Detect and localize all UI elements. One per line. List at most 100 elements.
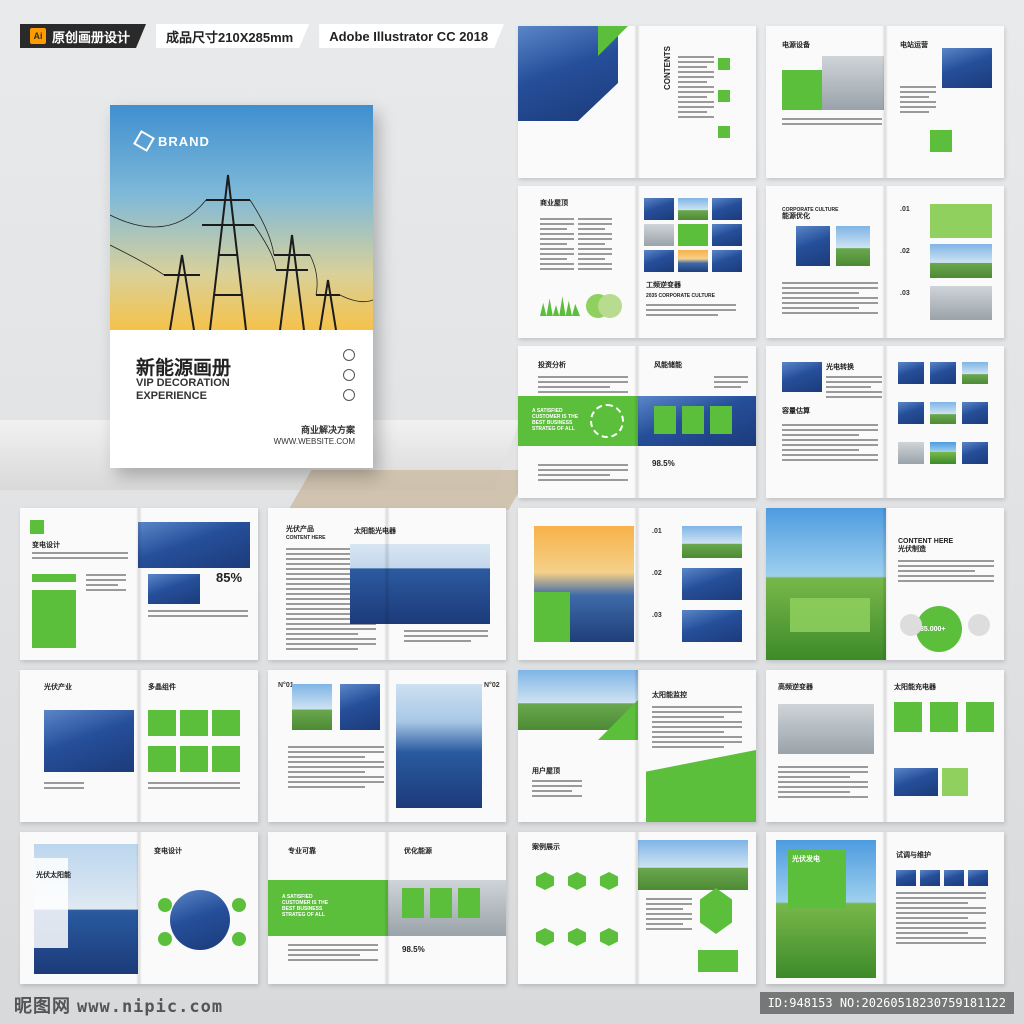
text-block <box>538 464 628 484</box>
hex-icon <box>600 872 618 890</box>
text-block <box>148 782 240 792</box>
spread-photo <box>930 244 992 278</box>
spread-title-right: 多晶组件 <box>148 684 176 691</box>
green-tile <box>894 702 922 732</box>
spread-trial: 光伏发电 试调与维护 <box>766 832 1004 984</box>
contents-num-01 <box>718 58 730 70</box>
dashed-circle <box>590 404 624 438</box>
green-bar-graphic <box>540 296 580 316</box>
green-tile <box>180 710 208 736</box>
percentage: 98.5% <box>652 459 675 468</box>
spread-title: 专业可靠 <box>288 848 316 855</box>
green-panel <box>782 70 822 110</box>
spread-power-equipment: 电源设备 电站运营 <box>766 26 1004 178</box>
spread-product-advantages: 光伏太阳能 变电设计 <box>20 832 258 984</box>
stat-value: 85.000+ <box>920 626 946 633</box>
cover-footer-cn: 商业解决方案 <box>300 425 355 435</box>
text-block <box>898 560 994 585</box>
mail-icon <box>343 369 355 381</box>
green-dot <box>158 898 172 912</box>
thumb <box>898 402 924 424</box>
spread-photo <box>638 840 748 890</box>
spread-title-right: 太阳能充电器 <box>894 684 936 691</box>
watermark-bar: 昵图网 www.nipic.com ID:948153 NO:2026051823… <box>0 988 1024 1024</box>
watermark-site: 昵图网 www.nipic.com <box>14 992 223 1018</box>
item-number: .02 <box>900 248 910 255</box>
text-block <box>404 630 488 645</box>
spread-subtitle: CONTENT HERE <box>286 535 326 541</box>
spread-photo <box>682 610 742 642</box>
text-block <box>778 766 868 801</box>
spread-title: 光伏产业 <box>44 684 72 691</box>
spread-title-right: 风能储能 <box>654 362 682 369</box>
spread-photo <box>148 574 200 604</box>
thumb <box>920 870 940 886</box>
spread-photo <box>44 710 134 772</box>
spread-title: 光伏产品 <box>286 526 314 533</box>
spread-title: 光伏制造 <box>898 546 926 553</box>
product-adv-title: 光伏太阳能 <box>36 872 71 879</box>
brochure-cover: BRAND 新能源画册 VIP DECORATION EXPERIENCE 商业… <box>110 105 373 468</box>
green-dot <box>232 898 246 912</box>
green-card <box>654 406 676 434</box>
thumb <box>930 442 956 464</box>
hex-icon <box>568 928 586 946</box>
spread-numbered: N°01 N°02 <box>268 670 506 822</box>
thumb <box>944 870 964 886</box>
text-block <box>826 376 882 401</box>
thumb <box>644 250 674 272</box>
spread-photo <box>942 768 968 796</box>
green-card <box>430 888 452 918</box>
table-edge <box>288 470 532 510</box>
cover-subtitle-line-2: EXPERIENCE <box>136 390 207 402</box>
text-block <box>44 782 84 792</box>
circle-photo <box>170 890 230 950</box>
thumb <box>712 250 742 272</box>
hex-icon <box>600 928 618 946</box>
text-block <box>540 218 574 273</box>
spread-title: 案例展示 <box>532 844 560 851</box>
item-number: .03 <box>652 612 662 619</box>
item-number: .03 <box>900 290 910 297</box>
text-block <box>900 86 936 116</box>
text-block <box>896 892 986 947</box>
thumb <box>898 362 924 384</box>
tag-bar: Ai 原创画册设计 成品尺寸210X285mm Adobe Illustrato… <box>20 24 504 48</box>
spread-corporate-culture: CORPORATE CULTURE 能源优化 .01 .02 .03 <box>766 186 1004 338</box>
gray-circle <box>968 614 990 636</box>
cover-photo-power-towers: BRAND <box>110 105 373 330</box>
green-icon-box <box>30 520 44 534</box>
satisfied-quote: A SATISFIED CUSTOMER IS THE BEST BUSINES… <box>282 894 329 918</box>
green-tile <box>180 746 208 772</box>
spread-pv-industry: 光伏产业 多晶组件 <box>20 670 258 822</box>
green-dot <box>232 932 246 946</box>
item-number: .02 <box>652 570 662 577</box>
location-icon <box>343 389 355 401</box>
spread-pro-solution: 专业可靠 优化能源 A SATISFIED CUSTOMER IS THE BE… <box>268 832 506 984</box>
solar-title: 太阳能光电器 <box>354 528 396 535</box>
item-number: .01 <box>652 528 662 535</box>
green-hexagon <box>700 888 732 934</box>
thumb <box>678 250 708 272</box>
cover-icon-column <box>343 349 355 401</box>
green-icon-box <box>930 130 952 152</box>
tag-software: Adobe Illustrator CC 2018 <box>319 24 504 48</box>
hex-icon <box>568 872 586 890</box>
spread-case-show: 案例展示 <box>518 832 756 984</box>
thumb <box>896 870 916 886</box>
green-button-strip <box>698 950 738 972</box>
green-overlay <box>534 592 570 642</box>
spread-photo <box>138 522 250 568</box>
green-panel <box>32 590 76 648</box>
target-tile <box>678 224 708 246</box>
spread-photo <box>930 204 992 238</box>
spread-photo-worker <box>396 684 482 808</box>
green-overlay <box>790 598 870 632</box>
thumb <box>962 402 988 424</box>
spread-title: 能源优化 <box>782 213 810 220</box>
item-number: .01 <box>900 206 910 213</box>
watermark-site-url: www.nipic.com <box>77 997 224 1017</box>
text-block <box>782 118 882 128</box>
text-block <box>714 376 748 391</box>
spread-power-design: 变电设计 85% <box>20 508 258 660</box>
